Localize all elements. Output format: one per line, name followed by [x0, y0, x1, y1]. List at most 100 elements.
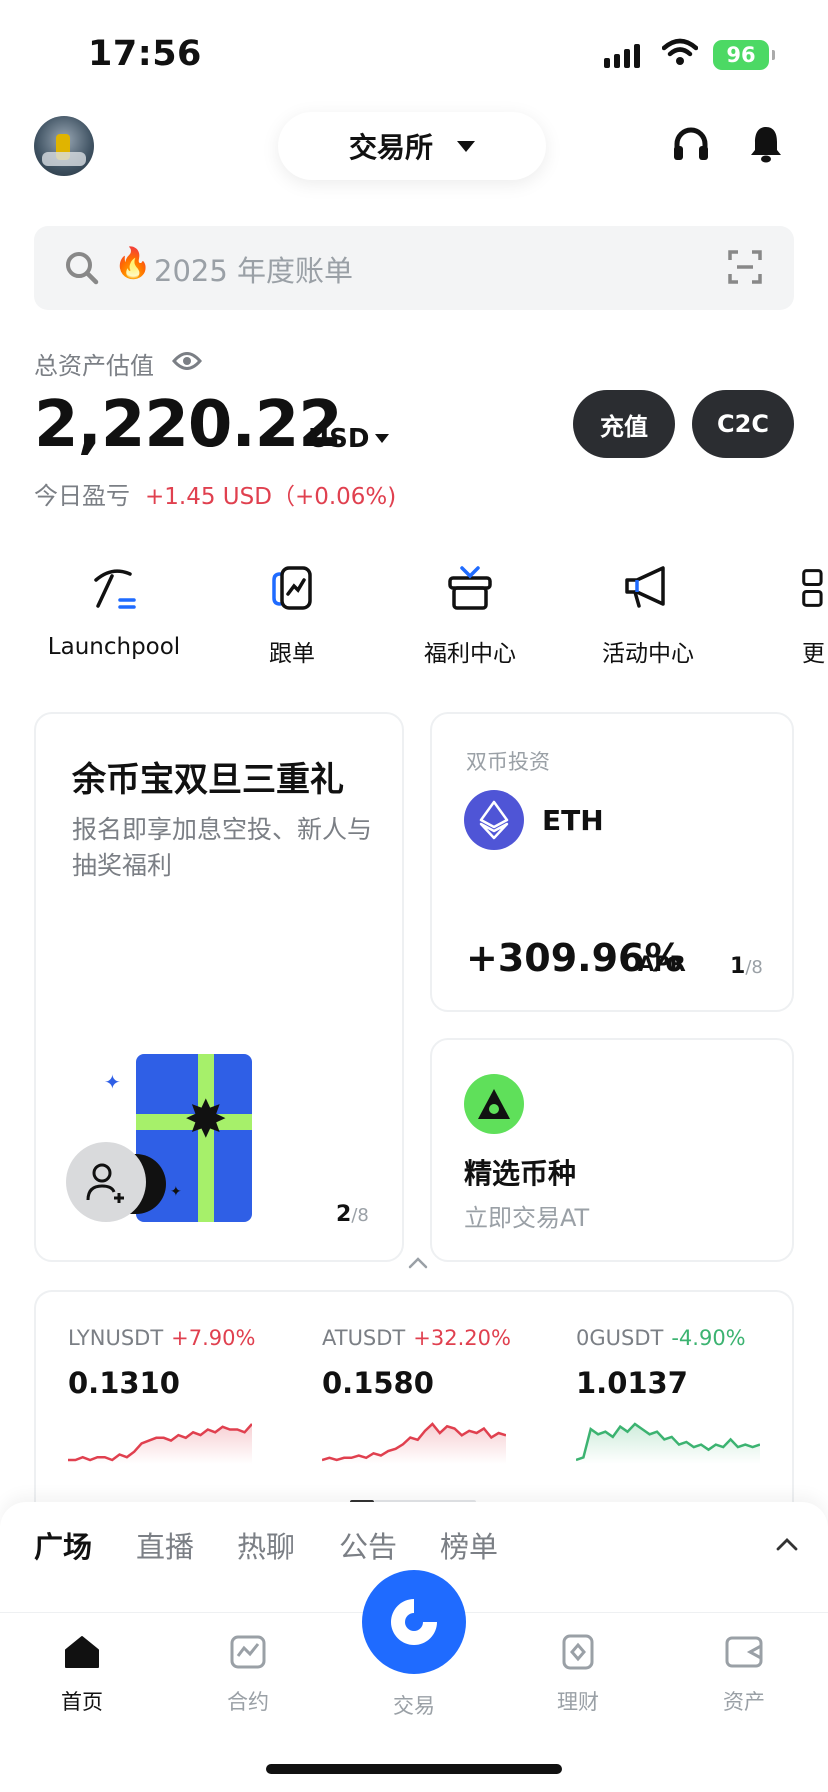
shortcut-label: 跟单 — [269, 641, 315, 667]
sparkle-icon: ✦ — [104, 1070, 121, 1094]
gift-icon — [448, 566, 492, 610]
promo-card[interactable]: 余币宝双旦三重礼 报名即享加息空投、新人与抽奖福利 ✦ ✸ ✦ 2/8 — [34, 712, 404, 1262]
total-assets-label: 总资产估值 — [34, 352, 154, 380]
ticker-change: +7.90% — [171, 1326, 256, 1350]
exchange-switcher[interactable]: 交易所 — [278, 112, 546, 180]
ticker-price: 1.0137 — [576, 1366, 688, 1400]
promo-title: 余币宝双旦三重礼 — [72, 760, 344, 800]
apr-unit: APR — [638, 952, 686, 976]
status-time: 17:56 — [88, 34, 202, 74]
ticker-change: -4.90% — [671, 1326, 746, 1350]
shortcut-copy-trade[interactable]: 跟单 — [212, 560, 372, 668]
nav-futures[interactable]: 合约 — [188, 1634, 308, 1716]
asset-unit-selector[interactable]: USD — [308, 424, 369, 454]
at-logo-icon — [464, 1074, 524, 1134]
shortcut-launchpool[interactable]: Launchpool — [34, 560, 194, 660]
battery-icon: 96 — [713, 40, 775, 70]
tab-live[interactable]: 直播 — [136, 1524, 194, 1566]
nav-label: 资产 — [723, 1690, 765, 1714]
pickaxe-icon — [94, 569, 136, 609]
fire-icon: 🔥 — [114, 246, 152, 281]
ticker-price: 0.1310 — [68, 1366, 180, 1400]
ticker-symbol: LYNUSDT — [68, 1326, 164, 1350]
eth-logo-icon — [464, 790, 524, 850]
eye-icon[interactable] — [172, 350, 202, 372]
earn-icon — [562, 1634, 594, 1670]
ticker-change: +32.20% — [413, 1326, 511, 1350]
ticker-price: 0.1580 — [322, 1366, 434, 1400]
featured-coin-card[interactable]: 精选币种 立即交易AT — [430, 1038, 794, 1262]
promo-pager: 2/8 — [336, 1202, 369, 1227]
shortcut-benefits-center[interactable]: 福利中心 — [390, 560, 550, 668]
cellular-signal-icon — [604, 42, 640, 68]
home-indicator — [266, 1764, 562, 1774]
coin-name: ETH — [542, 804, 604, 837]
dual-investment-card[interactable]: 双币投资 ETH +309.96% APR 1/8 — [430, 712, 794, 1012]
tab-square[interactable]: 广场 — [34, 1524, 92, 1566]
battery-level: 96 — [726, 43, 756, 67]
chevron-up-icon[interactable] — [776, 1536, 798, 1552]
nav-label-trade: 交易 — [393, 1694, 435, 1718]
copy-trade-icon — [272, 566, 312, 610]
home-icon — [65, 1636, 99, 1668]
ticker-symbol: ATUSDT — [322, 1326, 406, 1350]
megaphone-icon — [625, 566, 665, 608]
nav-label: 理财 — [557, 1690, 599, 1714]
tab-rankings[interactable]: 榜单 — [440, 1524, 498, 1566]
tab-hot-chat[interactable]: 热聊 — [237, 1524, 295, 1566]
sparkle-icon: ✦ — [170, 1184, 182, 1200]
shortcut-label: Launchpool — [47, 634, 181, 660]
featured-coin-subtitle: 立即交易AT — [464, 1204, 590, 1232]
ticker-0gusdt[interactable]: 0GUSDT -4.90% 1.0137 — [576, 1326, 806, 1464]
headset-icon[interactable] — [672, 126, 710, 162]
chevron-up-icon[interactable] — [408, 1256, 428, 1270]
dual-page-total: /8 — [745, 957, 763, 978]
dual-investment-label: 双币投资 — [466, 750, 550, 774]
nav-label: 合约 — [227, 1690, 269, 1714]
tab-announcements[interactable]: 公告 — [339, 1524, 397, 1566]
more-grid-icon — [802, 569, 823, 607]
deposit-button[interactable]: 充值 — [573, 390, 675, 458]
trade-button[interactable] — [362, 1570, 466, 1674]
market-ticker-card: LYNUSDT +7.90% 0.1310 ATUSDT +32.20% 0.158… — [34, 1290, 794, 1520]
caret-down-icon[interactable] — [375, 434, 389, 443]
sparkline-chart — [68, 1423, 252, 1464]
nav-assets[interactable]: 资产 — [684, 1634, 804, 1716]
sparkline-chart — [322, 1422, 506, 1464]
promo-page-current: 2 — [336, 1202, 352, 1227]
ticker-symbol: 0GUSDT — [576, 1326, 664, 1350]
search-icon — [66, 252, 99, 285]
sparkline-area — [576, 1424, 760, 1464]
wifi-icon — [662, 38, 698, 65]
futures-chart-icon — [230, 1635, 266, 1669]
wallet-icon — [725, 1636, 763, 1668]
promo-page-total: /8 — [351, 1205, 369, 1226]
dual-investment-pager: 1/8 — [730, 954, 763, 979]
search-bar[interactable]: 🔥 2025 年度账单 — [34, 226, 794, 310]
avatar[interactable] — [34, 116, 94, 176]
bell-icon[interactable] — [748, 124, 784, 164]
scan-icon[interactable] — [728, 250, 762, 284]
star-burst-icon: ✸ — [184, 1090, 228, 1150]
shortcut-more[interactable]: 更 — [746, 560, 828, 668]
trade-logo-icon — [391, 1599, 437, 1645]
shortcut-activity-center[interactable]: 活动中心 — [568, 560, 728, 668]
today-pnl-value: +1.45 USD（+0.06%) — [145, 484, 397, 510]
search-placeholder: 2025 年度账单 — [154, 254, 354, 288]
nav-earn[interactable]: 理财 — [518, 1634, 638, 1716]
total-assets-value: 2,220.22 — [34, 388, 343, 462]
today-pnl-label: 今日盈亏 — [34, 482, 130, 510]
ticker-lynusdt[interactable]: LYNUSDT +7.90% 0.1310 — [68, 1326, 298, 1464]
nav-label: 首页 — [61, 1690, 103, 1714]
ticker-atusdt[interactable]: ATUSDT +32.20% 0.1580 — [322, 1326, 552, 1464]
shortcut-label: 更 — [802, 641, 825, 667]
nav-home[interactable]: 首页 — [22, 1634, 142, 1716]
exchange-label: 交易所 — [348, 131, 433, 164]
c2c-button[interactable]: C2C — [692, 390, 794, 458]
dual-page-current: 1 — [730, 954, 746, 979]
caret-down-icon — [457, 140, 475, 152]
sparkline-chart — [576, 1422, 760, 1464]
shortcut-label: 福利中心 — [424, 641, 516, 667]
add-user-icon — [66, 1142, 146, 1222]
promo-subtitle: 报名即享加息空投、新人与抽奖福利 — [72, 815, 373, 880]
